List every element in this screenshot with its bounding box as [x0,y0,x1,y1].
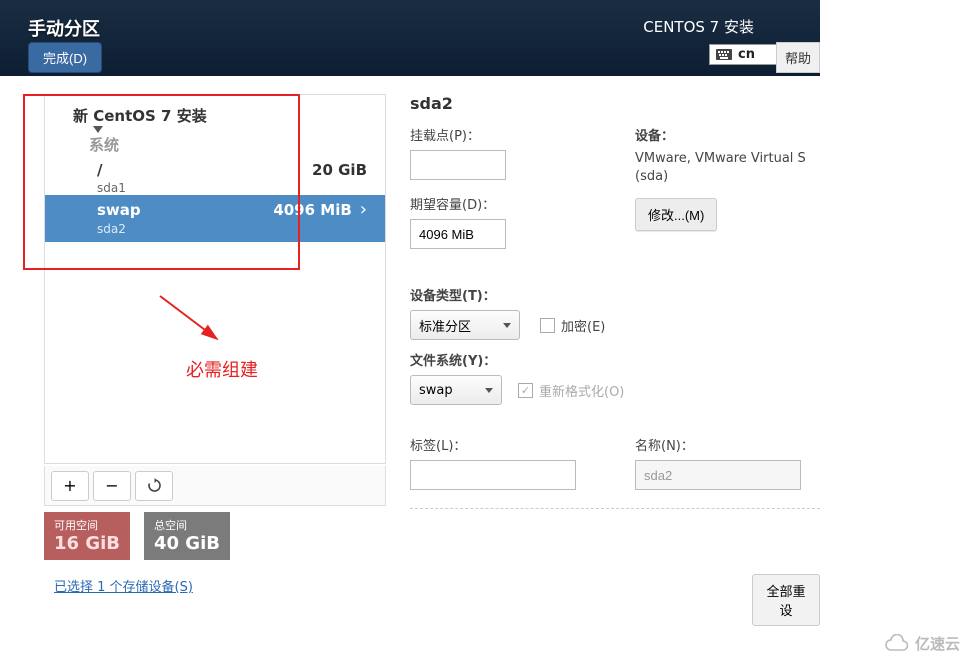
tree-root-label[interactable]: 新 CentOS 7 安装 [45,95,385,130]
partition-device: sda2 [45,222,385,242]
partition-size: 20 GiB [312,161,367,179]
watermark-text: 亿速云 [915,633,960,654]
filesystem-label: 文件系统(Y)： [410,350,820,369]
remove-partition-button[interactable]: − [93,471,131,501]
chevron-right-icon: › [360,199,367,220]
total-space-value: 40 GiB [154,533,220,554]
storage-devices-link[interactable]: 已选择 1 个存储设备(S) [54,576,193,595]
page-title: 手动分区 [28,15,100,41]
details-title: sda2 [410,94,820,113]
cloud-icon [883,634,911,654]
name-field-label: 名称(N)： [635,435,820,454]
chevron-down-icon [503,323,511,328]
total-space-label: 总空间 [154,517,220,533]
device-text: VMware, VMware Virtual S (sda) [635,150,820,186]
keyboard-layout-code: cn [738,47,755,62]
device-type-dropdown[interactable]: 标准分区 [410,310,520,340]
reformat-checkbox-row: ✓ 重新格式化(O) [518,381,624,400]
tree-caret-icon[interactable] [93,126,103,133]
chevron-down-icon [485,388,493,393]
partition-details-pane: sda2 挂载点(P)： 期望容量(D)： 设备： VMware, VMware… [410,94,820,523]
encrypt-checkbox-row[interactable]: 加密(E) [540,316,605,335]
partition-size: 4096 MiB [273,201,351,219]
desired-capacity-input[interactable] [410,219,506,249]
device-label: 设备： [635,125,820,144]
available-space-box: 可用空间 16 GiB [44,512,130,560]
reformat-checkbox: ✓ [518,383,533,398]
filesystem-value: swap [419,383,453,398]
modify-device-button[interactable]: 修改...(M) [635,198,717,231]
watermark: 亿速云 [883,633,960,654]
available-space-label: 可用空间 [54,517,120,533]
filesystem-dropdown[interactable]: swap [410,375,502,405]
main-content: 新 CentOS 7 安装 系统 / 20 GiB sda1 swap 4096… [0,76,820,610]
partition-row-swap[interactable]: swap 4096 MiB › sda2 [45,195,385,242]
mount-point-input[interactable] [410,150,506,180]
reload-button[interactable] [135,471,173,501]
installer-title: CENTOS 7 安装 [643,16,754,37]
help-button[interactable]: 帮助 [776,42,820,73]
reformat-label: 重新格式化(O) [539,381,624,400]
label-field-label: 标签(L)： [410,435,595,454]
available-space-value: 16 GiB [54,533,120,554]
reset-all-button[interactable]: 全部重设 [752,574,820,626]
total-space-box: 总空间 40 GiB [144,512,230,560]
reload-icon [147,478,162,493]
space-summary: 可用空间 16 GiB 总空间 40 GiB [44,512,230,560]
done-button[interactable]: 完成(D) [28,42,102,73]
partition-mount: / [97,161,102,179]
partition-toolbar: + − [44,466,386,506]
partition-mount: swap [97,201,141,219]
keyboard-icon [716,49,732,60]
device-type-label: 设备类型(T)： [410,285,820,304]
label-input[interactable] [410,460,576,490]
mount-point-label: 挂载点(P)： [410,125,595,144]
header-bar: 手动分区 完成(D) CENTOS 7 安装 cn 帮助 [0,0,820,76]
device-type-value: 标准分区 [419,316,471,335]
partition-row-root[interactable]: / 20 GiB sda1 [45,157,385,195]
encrypt-label: 加密(E) [561,316,605,335]
separator [410,508,820,509]
encrypt-checkbox[interactable] [540,318,555,333]
add-partition-button[interactable]: + [51,471,89,501]
partition-device: sda1 [45,181,385,195]
desired-capacity-label: 期望容量(D)： [410,194,595,213]
partition-tree-pane: 新 CentOS 7 安装 系统 / 20 GiB sda1 swap 4096… [44,94,386,464]
keyboard-layout-selector[interactable]: cn [709,44,778,65]
name-input [635,460,801,490]
tree-system-label: 系统 [45,130,385,157]
